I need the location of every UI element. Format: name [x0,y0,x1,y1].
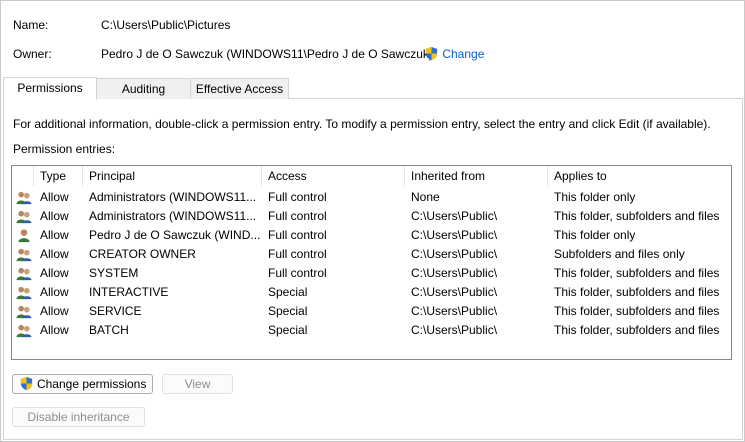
table-row[interactable]: Allow CREATOR OWNER Full control C:\Users\P… [12,245,731,264]
cell-principal: INTERACTIVE [89,285,169,299]
header-access[interactable]: Access [262,166,405,186]
cell-applies: This folder only [554,190,636,204]
group-users-icon [16,191,32,205]
change-owner-label[interactable]: Change [442,47,484,61]
name-value[interactable]: C:\Users\Public\Pictures [101,18,230,32]
cell-principal: BATCH [89,323,129,337]
info-text: For additional information, double-click… [13,117,711,131]
table-row[interactable]: Allow SYSTEM Full control C:\Users\Public\ T… [12,264,731,283]
cell-access: Full control [268,190,327,204]
cell-inherited: C:\Users\Public\ [411,266,498,280]
cell-principal: Pedro J de O Sawczuk (WIND... [89,228,261,242]
cell-inherited: C:\Users\Public\ [411,304,498,318]
disable-inheritance-button[interactable]: Disable inheritance [12,407,145,427]
cell-principal: SERVICE [89,304,142,318]
change-permissions-button[interactable]: Change permissions [12,374,153,394]
cell-type: Allow [40,190,69,204]
permission-entries-label: Permission entries: [13,142,116,156]
group-users-icon [16,210,32,224]
cell-inherited: C:\Users\Public\ [411,285,498,299]
cell-inherited: None [411,190,440,204]
group-users-icon [16,305,32,319]
cell-access: Full control [268,228,327,242]
cell-applies: This folder, subfolders and files [554,323,720,337]
cell-applies: This folder, subfolders and files [554,304,720,318]
cell-principal: SYSTEM [89,266,139,280]
change-owner-link[interactable]: Change [424,46,484,61]
cell-applies: This folder, subfolders and files [554,266,720,280]
cell-type: Allow [40,285,69,299]
cell-applies: This folder, subfolders and files [554,209,720,223]
cell-inherited: C:\Users\Public\ [411,228,498,242]
table-row[interactable]: Allow INTERACTIVE Special C:\Users\Public\ T… [12,283,731,302]
group-users-icon [16,324,32,338]
tab-permissions[interactable]: Permissions [3,77,97,100]
cell-access: Full control [268,266,327,280]
cell-access: Special [268,304,308,318]
cell-type: Allow [40,209,69,223]
cell-type: Allow [40,247,69,261]
cell-applies: This folder, subfolders and files [554,285,720,299]
table-row[interactable]: Allow Administrators (WINDOWS11... Full co… [12,207,731,226]
cell-type: Allow [40,266,69,280]
table-row[interactable]: Allow Pedro J de O Sawczuk (WIND... Full c… [12,226,731,245]
cell-applies: Subfolders and files only [554,247,685,261]
cell-access: Full control [268,209,327,223]
cell-type: Allow [40,304,69,318]
view-button[interactable]: View [162,374,233,394]
header-icon-column [12,166,34,186]
cell-access: Special [268,285,308,299]
header-inherited-from[interactable]: Inherited from [405,166,548,186]
tab-auditing[interactable]: Auditing [95,78,192,99]
header-principal[interactable]: Principal [83,166,262,186]
cell-access: Special [268,323,308,337]
tab-effective-access[interactable]: Effective Access [190,78,289,99]
cell-applies: This folder only [554,228,636,242]
name-label: Name: [13,18,49,32]
change-permissions-label: Change permissions [36,377,147,391]
owner-value: Pedro J de O Sawczuk (WINDOWS11\Pedro J … [101,47,433,61]
cell-principal: Administrators (WINDOWS11... [89,190,257,204]
group-users-icon [16,286,32,300]
cell-type: Allow [40,323,69,337]
cell-inherited: C:\Users\Public\ [411,323,498,337]
table-row[interactable]: Allow Administrators (WINDOWS11... Full co… [12,188,731,207]
cell-access: Full control [268,247,327,261]
table-row[interactable]: Allow BATCH Special C:\Users\Public\ This fo… [12,321,731,340]
list-header: Type Principal Access Inherited from App… [12,166,731,186]
single-user-icon [18,229,30,243]
group-users-icon [16,248,32,262]
header-type[interactable]: Type [34,166,83,186]
cell-inherited: C:\Users\Public\ [411,209,498,223]
uac-shield-icon [425,46,438,61]
cell-type: Allow [40,228,69,242]
cell-inherited: C:\Users\Public\ [411,247,498,261]
cell-principal: Administrators (WINDOWS11... [89,209,257,223]
uac-shield-icon [20,376,32,391]
table-row[interactable]: Allow SERVICE Special C:\Users\Public\ This … [12,302,731,321]
header-applies-to[interactable]: Applies to [548,166,731,186]
permission-entries-list[interactable]: Type Principal Access Inherited from App… [11,165,732,360]
owner-label: Owner: [13,47,52,61]
group-users-icon [16,267,32,281]
cell-principal: CREATOR OWNER [89,247,196,261]
